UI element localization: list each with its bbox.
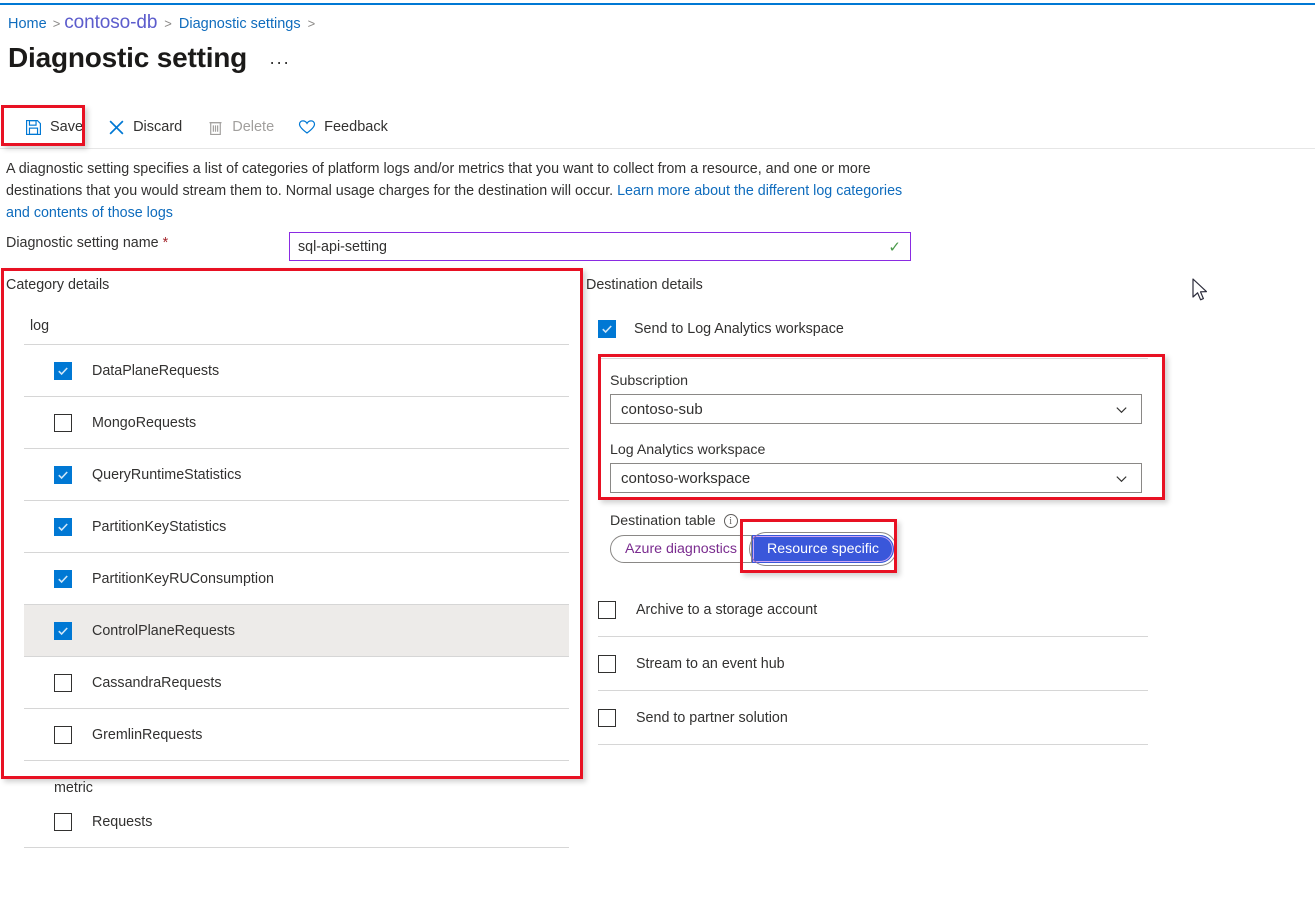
top-accent-bar: [0, 3, 1315, 5]
discard-label: Discard: [133, 119, 182, 135]
checkbox-queryruntimestatistics[interactable]: [54, 466, 72, 484]
breadcrumb-item-contoso-db[interactable]: contoso-db: [64, 12, 157, 34]
delete-button: Delete: [194, 109, 286, 145]
category-row-cassandrarequests[interactable]: CassandraRequests: [24, 657, 569, 709]
workspace-field-block: Log Analytics workspace contoso-workspac…: [598, 428, 1148, 497]
feedback-button[interactable]: Feedback: [286, 109, 400, 145]
checkbox-stream-to-event-hub[interactable]: [598, 655, 616, 673]
info-icon[interactable]: i: [724, 514, 738, 528]
category-row-gremlinrequests[interactable]: GremlinRequests: [24, 709, 569, 761]
feedback-label: Feedback: [324, 119, 388, 135]
command-bar: Save Discard Delete Feedback: [0, 106, 1315, 148]
checkbox-dataplanerequests[interactable]: [54, 362, 72, 380]
subscription-value: contoso-sub: [611, 401, 1114, 418]
category-row-queryruntimestatistics[interactable]: QueryRuntimeStatistics: [24, 449, 569, 501]
checkbox-partitionkeyruconsumption[interactable]: [54, 570, 72, 588]
destination-table-label-row: Destination table i: [598, 513, 1148, 529]
checkbox-gremlinrequests[interactable]: [54, 726, 72, 744]
close-icon: [107, 118, 125, 136]
breadcrumb-item-home[interactable]: Home: [8, 16, 47, 32]
category-group-header-log: log: [24, 318, 569, 345]
category-label: ControlPlaneRequests: [92, 623, 235, 639]
category-row-partitionkeyruconsumption[interactable]: PartitionKeyRUConsumption: [24, 553, 569, 605]
category-label: QueryRuntimeStatistics: [92, 467, 241, 483]
toggle-resource-specific[interactable]: Resource specific: [752, 535, 894, 563]
checkbox-cassandrarequests[interactable]: [54, 674, 72, 692]
category-label: PartitionKeyStatistics: [92, 519, 226, 535]
send-to-log-analytics-label: Send to Log Analytics workspace: [634, 321, 844, 337]
chevron-down-icon: [1114, 471, 1141, 486]
page-title-row: Diagnostic setting ···: [8, 42, 294, 74]
checkbox-mongorequests[interactable]: [54, 414, 72, 432]
command-bar-divider: [0, 148, 1315, 149]
breadcrumb-separator-icon: >: [164, 16, 172, 31]
category-group-header-metric: metric: [24, 780, 569, 796]
send-to-partner-solution-row[interactable]: Send to partner solution: [598, 691, 1148, 745]
more-options-button[interactable]: ···: [265, 55, 294, 69]
category-metric-group: metric Requests: [24, 780, 569, 848]
arrow-cursor: [1192, 278, 1210, 309]
diagnostic-setting-name-row: Diagnostic setting name * ✓: [6, 232, 911, 262]
category-label: GremlinRequests: [92, 727, 202, 743]
category-label: MongoRequests: [92, 415, 196, 431]
name-label-text: Diagnostic setting name: [6, 235, 159, 251]
diagnostic-setting-name-label: Diagnostic setting name *: [6, 235, 168, 251]
page-title: Diagnostic setting: [8, 42, 247, 74]
heart-icon: [298, 118, 316, 136]
destination-label: Archive to a storage account: [636, 602, 817, 618]
breadcrumb-separator-icon: >: [308, 16, 316, 31]
destination-table-toggle-group: Azure diagnostics Resource specific: [610, 535, 1148, 563]
category-label: PartitionKeyRUConsumption: [92, 571, 274, 587]
toggle-resource-specific-label: Resource specific: [767, 541, 879, 557]
category-log-group: log DataPlaneRequests MongoRequests Quer…: [24, 318, 569, 761]
category-row-mongorequests[interactable]: MongoRequests: [24, 397, 569, 449]
breadcrumb: Home > contoso-db > Diagnostic settings …: [8, 12, 322, 34]
category-row-controlplanerequests[interactable]: ControlPlaneRequests: [24, 605, 569, 657]
breadcrumb-separator-icon: >: [53, 16, 61, 31]
log-analytics-workspace-label: Log Analytics workspace: [610, 442, 1136, 458]
category-label: DataPlaneRequests: [92, 363, 219, 379]
checkbox-archive-to-storage-account[interactable]: [598, 601, 616, 619]
log-analytics-workspace-value: contoso-workspace: [611, 470, 1114, 487]
subscription-select[interactable]: contoso-sub: [610, 394, 1142, 424]
breadcrumb-item-diagnostic-settings[interactable]: Diagnostic settings: [179, 16, 301, 32]
save-icon: [24, 118, 42, 136]
destination-details-panel: Send to Log Analytics workspace Subscrip…: [598, 312, 1148, 745]
toggle-azure-diagnostics[interactable]: Azure diagnostics: [610, 535, 752, 563]
save-button[interactable]: Save: [12, 109, 95, 145]
destination-label: Send to partner solution: [636, 710, 788, 726]
category-row-partitionkeystatistics[interactable]: PartitionKeyStatistics: [24, 501, 569, 553]
category-row-dataplanerequests[interactable]: DataPlaneRequests: [24, 345, 569, 397]
category-label: CassandraRequests: [92, 675, 222, 691]
category-details-title: Category details: [6, 277, 109, 293]
chevron-down-icon: [1114, 402, 1141, 417]
archive-to-storage-account-row[interactable]: Archive to a storage account: [598, 583, 1148, 637]
required-marker: *: [163, 235, 169, 251]
stream-to-event-hub-row[interactable]: Stream to an event hub: [598, 637, 1148, 691]
destination-details-title: Destination details: [586, 277, 703, 293]
send-to-log-analytics-row[interactable]: Send to Log Analytics workspace: [598, 312, 1148, 346]
delete-label: Delete: [232, 119, 274, 135]
description-text: A diagnostic setting specifies a list of…: [6, 158, 906, 224]
destination-label: Stream to an event hub: [636, 656, 785, 672]
check-icon: ✓: [888, 238, 910, 256]
other-destinations-list: Archive to a storage account Stream to a…: [598, 583, 1148, 745]
discard-button[interactable]: Discard: [95, 109, 194, 145]
destination-table-label: Destination table: [610, 513, 716, 529]
subscription-label: Subscription: [610, 373, 1136, 389]
diagnostic-setting-name-field[interactable]: ✓: [289, 232, 911, 261]
checkbox-send-to-log-analytics[interactable]: [598, 320, 616, 338]
toggle-azure-diagnostics-label: Azure diagnostics: [625, 541, 737, 557]
trash-icon: [206, 118, 224, 136]
checkbox-requests[interactable]: [54, 813, 72, 831]
checkbox-send-to-partner-solution[interactable]: [598, 709, 616, 727]
category-label: Requests: [92, 814, 152, 830]
diagnostic-setting-name-input[interactable]: [290, 233, 888, 260]
subscription-field-block: Subscription contoso-sub: [598, 359, 1148, 428]
checkbox-controlplanerequests[interactable]: [54, 622, 72, 640]
save-label: Save: [50, 119, 83, 135]
log-analytics-workspace-select[interactable]: contoso-workspace: [610, 463, 1142, 493]
checkbox-partitionkeystatistics[interactable]: [54, 518, 72, 536]
category-row-requests[interactable]: Requests: [24, 796, 569, 848]
